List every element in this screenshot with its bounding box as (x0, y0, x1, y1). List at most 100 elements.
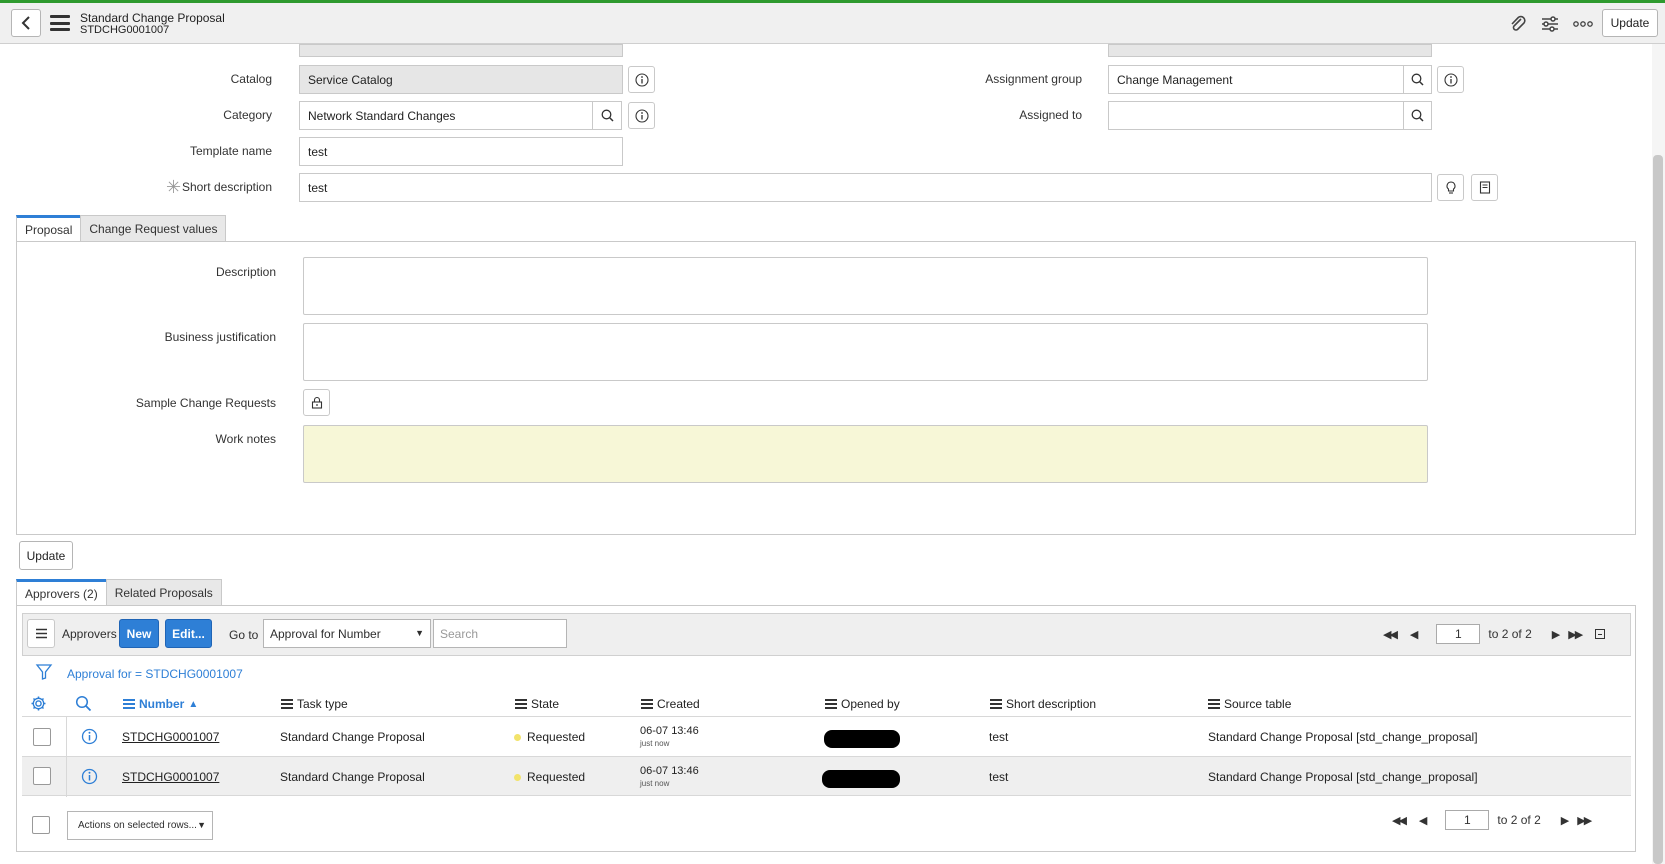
record-number: STDCHG0001007 (80, 24, 170, 36)
update-button-top[interactable]: Update (1602, 9, 1658, 37)
column-header-created[interactable]: Created (641, 697, 700, 711)
next-page-icon[interactable]: ▶ (1561, 814, 1569, 827)
info-icon[interactable] (81, 728, 98, 748)
list-title: Approvers (62, 627, 117, 641)
list-search-input[interactable]: Search (433, 619, 567, 648)
category-info-button[interactable] (628, 102, 655, 129)
row-state-label: Requested (527, 730, 586, 744)
row-state: Requested (514, 730, 585, 744)
back-button[interactable] (11, 9, 41, 37)
column-header-task-type-label: Task type (297, 697, 348, 711)
column-header-short-description[interactable]: Short description (990, 697, 1096, 711)
edit-button[interactable]: Edit... (165, 619, 212, 648)
info-icon (634, 72, 649, 87)
previous-page-icon[interactable]: ◀ (1410, 628, 1418, 641)
assignment-group-search-button[interactable] (1403, 65, 1432, 94)
tab-related-proposals[interactable]: Related Proposals (105, 579, 222, 606)
tab-approvers[interactable]: Approvers (2) (16, 579, 107, 606)
column-header-source-table[interactable]: Source table (1208, 697, 1291, 711)
tab-change-request-values[interactable]: Change Request values (80, 215, 227, 242)
assigned-to-field[interactable] (1108, 101, 1404, 130)
table-row[interactable]: STDCHG0001007 Standard Change Proposal R… (22, 756, 1631, 797)
category-search-button[interactable] (592, 101, 622, 130)
business-justification-label: Business justification (164, 330, 276, 344)
catalog-info-button[interactable] (628, 66, 655, 93)
category-label: Category (223, 108, 272, 122)
catalog-field: Service Catalog (299, 65, 623, 94)
caret-down-icon: ▼ (415, 628, 424, 638)
row-short-description: test (989, 730, 1009, 744)
column-header-number[interactable]: Number ▲ (123, 697, 198, 711)
row-state-label: Requested (527, 770, 586, 784)
update-button[interactable]: Update (19, 541, 73, 570)
template-name-field[interactable]: test (299, 137, 623, 166)
next-page-icon[interactable]: ▶ (1552, 628, 1560, 641)
assignment-group-label: Assignment group (985, 72, 1082, 86)
gear-icon[interactable] (30, 695, 47, 715)
scrollbar-thumb[interactable] (1653, 155, 1663, 864)
row-divider (66, 717, 67, 757)
row-task-type: Standard Change Proposal (280, 770, 425, 784)
row-created: 06-07 13:46 (640, 725, 699, 737)
new-button[interactable]: New (119, 619, 159, 648)
page-number-input[interactable]: 1 (1436, 624, 1481, 644)
work-notes-textarea[interactable] (303, 425, 1428, 483)
goto-label: Go to (229, 628, 259, 642)
business-justification-textarea[interactable] (303, 323, 1428, 381)
filter-breadcrumb[interactable]: Approval for = STDCHG0001007 (67, 667, 243, 681)
first-page-icon[interactable]: ◀◀ (1383, 628, 1398, 641)
assignment-group-field[interactable]: Change Management (1108, 65, 1404, 94)
sample-change-requests-lock-button[interactable] (303, 389, 330, 416)
sample-change-requests-label: Sample Change Requests (135, 396, 276, 410)
partial-field-left (299, 44, 623, 57)
filter-icon[interactable] (35, 663, 53, 684)
select-all-checkbox[interactable] (32, 816, 50, 834)
column-header-source-table-label: Source table (1224, 697, 1292, 711)
paperclip-icon[interactable] (1506, 13, 1530, 35)
collapse-list-icon[interactable] (1595, 629, 1606, 639)
previous-page-icon[interactable]: ◀ (1419, 814, 1427, 827)
last-page-icon[interactable]: ▶▶ (1577, 814, 1592, 827)
list-menu-button[interactable] (27, 619, 55, 648)
assigned-to-label: Assigned to (1019, 108, 1082, 122)
search-icon (1411, 73, 1424, 86)
table-row[interactable]: STDCHG0001007 Standard Change Proposal R… (22, 716, 1631, 757)
row-created-relative: just now (640, 779, 670, 788)
assignment-group-info-button[interactable] (1437, 66, 1464, 93)
goto-select[interactable]: Approval for Number ▼ (263, 619, 431, 648)
actions-select[interactable]: Actions on selected rows... ▼ (67, 811, 213, 840)
document-icon (1479, 181, 1490, 194)
row-number-link[interactable]: STDCHG0001007 (122, 770, 219, 784)
row-checkbox[interactable] (33, 767, 51, 785)
more-options-icon[interactable] (1571, 13, 1595, 35)
column-header-task-type[interactable]: Task type (281, 697, 348, 711)
last-page-icon[interactable]: ▶▶ (1568, 628, 1583, 641)
page-title: Standard Change Proposal (80, 11, 225, 25)
column-header-state[interactable]: State (515, 697, 559, 711)
template-button[interactable] (1471, 174, 1498, 201)
short-description-field[interactable]: test (299, 173, 1432, 202)
category-field[interactable]: Network Standard Changes (299, 101, 593, 130)
row-checkbox[interactable] (33, 728, 51, 746)
assigned-to-search-button[interactable] (1403, 101, 1432, 130)
search-icon (1411, 109, 1424, 122)
settings-sliders-icon[interactable] (1538, 13, 1562, 35)
first-page-icon[interactable]: ◀◀ (1392, 814, 1407, 827)
description-textarea[interactable] (303, 257, 1428, 315)
menu-icon[interactable] (50, 15, 70, 31)
caret-down-icon: ▼ (197, 820, 206, 830)
row-divider (66, 757, 67, 797)
related-list-tabs: Approvers (2) Related Proposals (16, 579, 222, 606)
row-number-link[interactable]: STDCHG0001007 (122, 730, 219, 744)
suggestion-button[interactable] (1437, 174, 1464, 201)
search-icon[interactable] (75, 695, 92, 715)
info-icon[interactable] (81, 768, 98, 788)
tab-proposal[interactable]: Proposal (16, 215, 82, 242)
top-bar: Standard Change Proposal STDCHG0001007 U… (0, 0, 1665, 44)
page-number-input[interactable]: 1 (1445, 810, 1490, 830)
row-created: 06-07 13:46 (640, 765, 699, 777)
column-header-opened-by[interactable]: Opened by (825, 697, 900, 711)
redacted-opened-by (824, 730, 900, 748)
lock-icon (311, 396, 322, 409)
search-icon (601, 109, 614, 122)
